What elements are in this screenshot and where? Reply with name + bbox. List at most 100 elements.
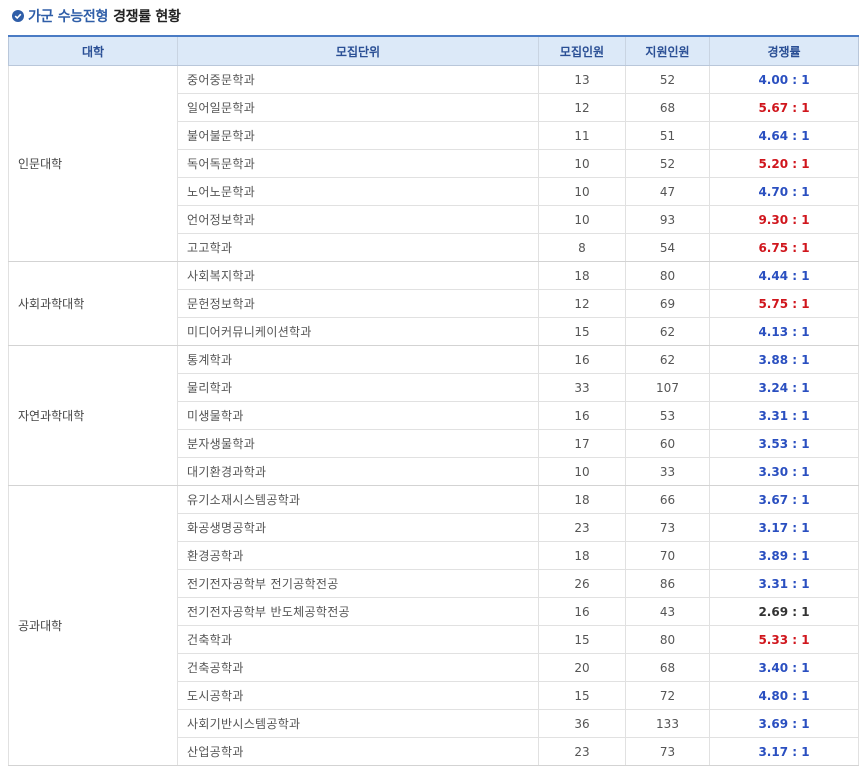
col-header-quota: 모집인원 [538,36,626,66]
quota-cell: 20 [538,653,626,682]
unit-cell: 통계학과 [177,345,539,374]
unit-cell: 전기전자공학부 반도체공학전공 [177,597,539,626]
rate-cell: 4.70 : 1 [709,177,859,206]
applicants-cell: 47 [625,177,710,206]
quota-cell: 16 [538,597,626,626]
quota-cell: 18 [538,485,626,514]
quota-cell: 18 [538,261,626,290]
col-header-applicants: 지원인원 [625,36,710,66]
heading-title: 경쟁률 현황 [113,9,181,25]
applicants-cell: 51 [625,121,710,150]
applicants-cell: 68 [625,653,710,682]
quota-cell: 17 [538,429,626,458]
applicants-cell: 86 [625,569,710,598]
section-heading: 가군 수능전형 경쟁률 현황 [12,6,181,26]
college-cell: 공과대학 [8,485,178,766]
unit-cell: 물리학과 [177,373,539,402]
college-cell: 사회과학대학 [8,261,178,346]
rate-cell: 3.67 : 1 [709,485,859,514]
applicants-cell: 93 [625,205,710,234]
applicants-cell: 53 [625,401,710,430]
unit-cell: 독어독문학과 [177,149,539,178]
quota-cell: 8 [538,233,626,262]
applicants-cell: 73 [625,737,710,766]
applicants-cell: 52 [625,149,710,178]
col-header-unit: 모집단위 [177,36,539,66]
quota-cell: 10 [538,457,626,486]
unit-cell: 건축공학과 [177,653,539,682]
unit-cell: 화공생명공학과 [177,513,539,542]
heading-highlight: 가군 수능전형 [28,9,109,25]
unit-cell: 분자생물학과 [177,429,539,458]
table-row: 사회과학대학 사회복지학과 18 80 4.44 : 1 [8,261,859,346]
quota-cell: 33 [538,373,626,402]
quota-cell: 16 [538,345,626,374]
applicants-cell: 107 [625,373,710,402]
competition-rate-table: 대학 모집단위 모집인원 지원인원 경쟁률 인문대학 중어중문학과 13 52 4.00… [8,35,859,766]
table-row: 인문대학 중어중문학과 13 52 4.00 : 1 [8,65,859,262]
unit-cell: 노어노문학과 [177,177,539,206]
quota-cell: 26 [538,569,626,598]
quota-cell: 23 [538,737,626,766]
rate-cell: 2.69 : 1 [709,597,859,626]
unit-cell: 도시공학과 [177,681,539,710]
quota-cell: 23 [538,513,626,542]
table-body: 인문대학 중어중문학과 13 52 4.00 : 1 일어일문학과 12 68 5.67 : 1… [8,65,859,766]
unit-cell: 미디어커뮤니케이션학과 [177,317,539,346]
rate-cell: 4.80 : 1 [709,681,859,710]
col-header-college: 대학 [8,36,178,66]
applicants-cell: 62 [625,345,710,374]
unit-cell: 건축학과 [177,625,539,654]
applicants-cell: 80 [625,625,710,654]
applicants-cell: 69 [625,289,710,318]
rate-cell: 3.89 : 1 [709,541,859,570]
unit-cell: 산업공학과 [177,737,539,766]
unit-cell: 대기환경과학과 [177,457,539,486]
rate-cell: 4.13 : 1 [709,317,859,346]
unit-cell: 고고학과 [177,233,539,262]
rate-cell: 5.20 : 1 [709,149,859,178]
applicants-cell: 73 [625,513,710,542]
applicants-cell: 62 [625,317,710,346]
applicants-cell: 72 [625,681,710,710]
quota-cell: 10 [538,205,626,234]
rate-cell: 3.88 : 1 [709,345,859,374]
quota-cell: 15 [538,681,626,710]
quota-cell: 11 [538,121,626,150]
unit-cell: 불어불문학과 [177,121,539,150]
unit-cell: 중어중문학과 [177,65,539,94]
rate-cell: 3.30 : 1 [709,457,859,486]
rate-cell: 4.44 : 1 [709,261,859,290]
applicants-cell: 66 [625,485,710,514]
rate-cell: 4.00 : 1 [709,65,859,94]
rate-cell: 5.75 : 1 [709,289,859,318]
unit-cell: 사회기반시스템공학과 [177,709,539,738]
quota-cell: 18 [538,541,626,570]
rate-cell: 5.33 : 1 [709,625,859,654]
unit-cell: 미생물학과 [177,401,539,430]
table-row: 자연과학대학 통계학과 16 62 3.88 : 1 [8,345,859,486]
college-cell: 인문대학 [8,65,178,262]
unit-cell: 사회복지학과 [177,261,539,290]
quota-cell: 10 [538,149,626,178]
quota-cell: 15 [538,317,626,346]
rate-cell: 3.17 : 1 [709,513,859,542]
college-cell: 자연과학대학 [8,345,178,486]
rate-cell: 4.64 : 1 [709,121,859,150]
rate-cell: 6.75 : 1 [709,233,859,262]
applicants-cell: 133 [625,709,710,738]
rate-cell: 3.31 : 1 [709,401,859,430]
unit-cell: 일어일문학과 [177,93,539,122]
quota-cell: 12 [538,289,626,318]
quota-cell: 36 [538,709,626,738]
applicants-cell: 80 [625,261,710,290]
applicants-cell: 68 [625,93,710,122]
rate-cell: 3.24 : 1 [709,373,859,402]
unit-cell: 유기소재시스템공학과 [177,485,539,514]
applicants-cell: 52 [625,65,710,94]
rate-cell: 3.69 : 1 [709,709,859,738]
check-circle-icon [12,10,24,22]
rate-cell: 3.40 : 1 [709,653,859,682]
applicants-cell: 70 [625,541,710,570]
unit-cell: 환경공학과 [177,541,539,570]
